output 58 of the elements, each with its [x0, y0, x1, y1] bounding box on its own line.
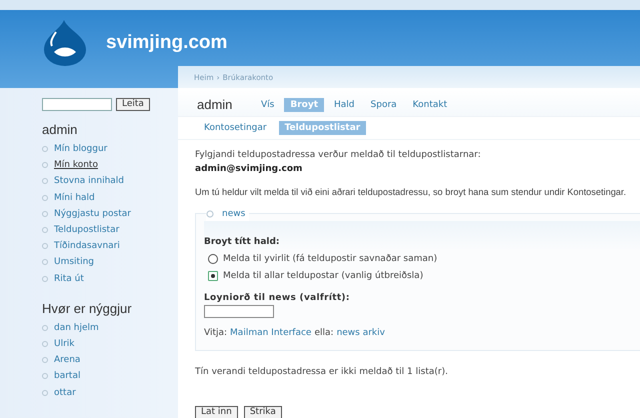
visit-label: Vitja: [204, 327, 228, 340]
radio-button[interactable] [208, 271, 218, 281]
block-title: admin [42, 122, 78, 137]
menu-link[interactable]: Umsiting [54, 257, 94, 268]
tab[interactable]: Kontakt [406, 98, 454, 112]
archive-link[interactable]: news arkiv [336, 326, 385, 340]
field-label: Broyt títt hald: [204, 236, 281, 249]
bullet-icon [42, 146, 48, 152]
option-label[interactable]: Melda til yvirlit (fá teldupostir savnaðar saman) [223, 252, 438, 266]
bullet-icon [42, 243, 48, 250]
user-link[interactable]: bartal [54, 371, 80, 382]
search-field[interactable] [42, 98, 112, 111]
menu-link[interactable]: Rita út [54, 274, 84, 284]
menu-link[interactable]: Mín konto [54, 160, 98, 170]
user-link[interactable]: dan hjelm [54, 322, 99, 333]
menu-link[interactable]: Tíðindasavnari [54, 241, 120, 252]
bullet-icon [42, 259, 48, 266]
bullet-icon [206, 210, 214, 218]
password-field[interactable] [204, 305, 274, 318]
bullet-icon [42, 210, 48, 217]
drop-icon [42, 18, 88, 66]
tab[interactable]: Hald [328, 98, 361, 112]
tab[interactable]: Vís [255, 98, 280, 112]
page-title: admin [197, 97, 234, 112]
option-label[interactable]: Melda til allar teldupostar (vanlig útbreiðsla) [223, 269, 424, 283]
user-link[interactable]: Arena [54, 355, 80, 366]
interface-link[interactable]: Mailman Interface [230, 326, 312, 340]
bullet-icon [42, 194, 48, 201]
bullet-icon [42, 390, 48, 396]
bullet-icon [42, 162, 48, 168]
subtab[interactable]: Kontosetingar [198, 121, 273, 135]
bullet-icon [42, 178, 48, 184]
site-name[interactable]: svimjing.com [106, 32, 228, 54]
email-address: admin@svimjing.com [195, 163, 304, 176]
radio-button[interactable] [208, 254, 218, 264]
block-title: Hvør er nýggjur [42, 300, 133, 316]
user-link[interactable]: Ulrik [54, 338, 75, 349]
tab[interactable]: Spora [364, 98, 403, 112]
form-button[interactable]: Strika [244, 406, 282, 418]
bullet-icon [42, 324, 48, 331]
menu-link[interactable]: Stovna innihald [54, 176, 124, 186]
bullet-icon [42, 373, 48, 380]
menu-link[interactable]: Nýggjastu postar [54, 208, 131, 219]
form-button[interactable]: Lat inn [195, 406, 238, 418]
or-label: ella: [314, 327, 334, 340]
bullet-icon [42, 357, 48, 364]
status-text: Tín verandi teldupostadressa er ikki meldað til 1 lista(r). [195, 366, 449, 379]
bullet-icon [42, 227, 48, 234]
menu-link[interactable]: Mín bloggur [54, 144, 108, 154]
menu-link[interactable]: Teldupostlistar [54, 225, 120, 236]
search-button[interactable]: Leita [116, 98, 150, 111]
field-label: Loyniorð til news (valfrítt): [204, 292, 351, 305]
user-link[interactable]: ottar [54, 388, 76, 398]
intro-text: Fylgjandi teldupostadressa verður meldað til teldupostlistarnar: [195, 149, 482, 162]
bullet-icon [42, 276, 48, 282]
bullet-icon [42, 340, 48, 347]
note-text: Um tú heldur vilt melda til við eini aðrari teldupostadressu, so broyt hana sum stendur undir Kontosetingar. [195, 186, 628, 199]
menu-link[interactable]: Míni hald [54, 192, 95, 203]
